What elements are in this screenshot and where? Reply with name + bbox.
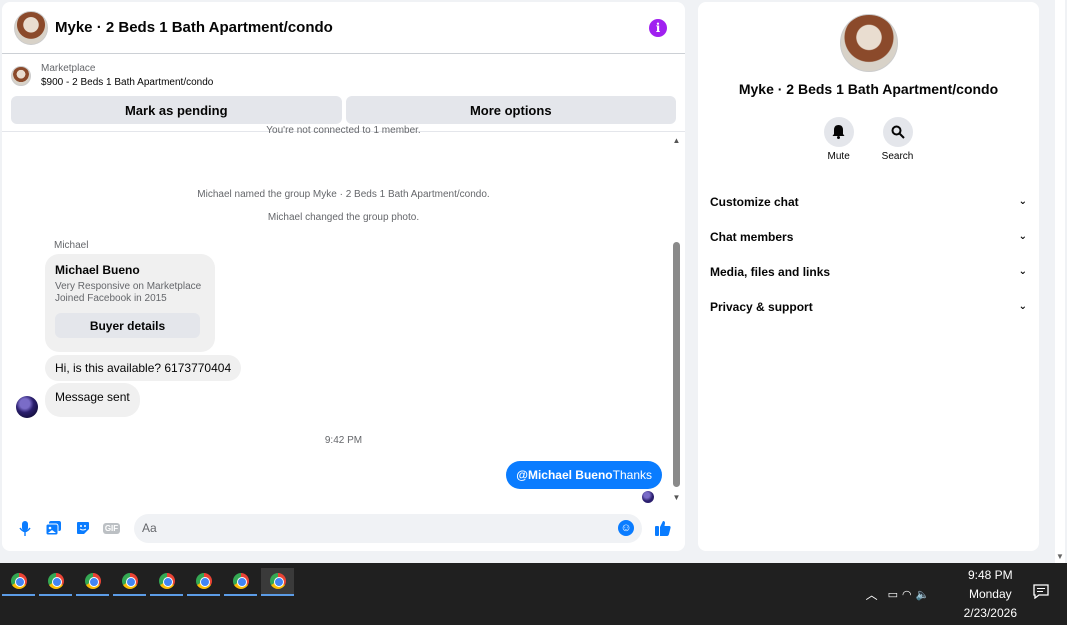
wifi-icon[interactable]: ◠ (902, 588, 912, 601)
listing-source: Marketplace (41, 63, 96, 74)
battery-icon[interactable]: ▭ (888, 588, 898, 601)
buyer-card: Michael Bueno Very Responsive on Marketp… (45, 254, 215, 352)
more-options-button[interactable]: More options (345, 96, 676, 124)
taskbar-chrome-button[interactable] (2, 568, 35, 596)
buyer-joined: Joined Facebook in 2015 (55, 293, 167, 304)
chrome-icon (84, 573, 101, 589)
bell-icon (823, 117, 854, 147)
system-message: Michael named the group Myke · 2 Beds 1 … (197, 189, 490, 200)
taskbar-chrome-button[interactable] (187, 568, 220, 596)
clock[interactable]: 9:48 PM Monday 2/23/2026 (964, 566, 1017, 623)
taskbar-chrome-button[interactable] (113, 568, 146, 596)
scrollbar-thumb[interactable] (673, 242, 680, 487)
sticker-icon[interactable] (68, 514, 97, 543)
chevron-down-icon: ⌄ (1018, 231, 1027, 242)
taskbar-chrome-button[interactable] (150, 568, 183, 596)
section-label: Media, files and links (710, 264, 831, 279)
section-customize-chat[interactable]: Customize chat ⌄ (698, 184, 1039, 219)
incoming-message[interactable]: Message sent (45, 383, 140, 417)
section-privacy-support[interactable]: Privacy & support ⌄ (698, 289, 1039, 324)
gif-icon[interactable]: GIF (97, 514, 126, 543)
chrome-icon (232, 573, 249, 589)
show-hidden-icons-chevron-icon[interactable]: ︿ (866, 586, 878, 603)
page-scrollbar[interactable]: ▼ (1055, 0, 1065, 563)
message-list[interactable]: You're not connected to 1 member. Michae… (2, 125, 685, 508)
section-label: Chat members (710, 229, 794, 244)
chat-header: Myke · 2 Beds 1 Bath Apartment/condo i (2, 2, 685, 54)
taskbar-chrome-button[interactable] (39, 568, 72, 596)
message-timestamp: 9:42 PM (324, 435, 363, 446)
mention[interactable]: @Michael Bueno (516, 468, 612, 482)
taskbar-apps (0, 568, 298, 596)
chat-panel: Myke · 2 Beds 1 Bath Apartment/condo i M… (2, 2, 685, 551)
sender-name: Michael (54, 240, 89, 251)
buyer-responsiveness: Very Responsive on Marketplace (55, 281, 202, 292)
chrome-icon (121, 573, 138, 589)
chat-info-panel: Myke · 2 Beds 1 Bath Apartment/condo Mut… (698, 2, 1039, 551)
system-message: Michael changed the group photo. (267, 212, 420, 223)
chrome-icon (10, 573, 27, 589)
taskbar-chrome-button[interactable] (76, 568, 109, 596)
group-avatar-large[interactable] (839, 14, 898, 72)
sender-avatar[interactable] (16, 396, 38, 418)
message-input[interactable]: Aa ☺ (134, 513, 642, 543)
clock-date: 2/23/2026 (963, 605, 1017, 620)
mute-label: Mute (827, 151, 850, 162)
mark-as-pending-button[interactable]: Mark as pending (11, 96, 342, 124)
message-placeholder: Aa (142, 521, 157, 535)
section-label: Customize chat (710, 194, 799, 209)
listing-banner[interactable]: Marketplace $900 - 2 Beds 1 Bath Apartme… (2, 54, 685, 94)
chrome-icon (269, 573, 286, 589)
outgoing-text: Thanks (612, 468, 652, 482)
section-media-files-links[interactable]: Media, files and links ⌄ (698, 254, 1039, 289)
chevron-down-icon: ⌄ (1018, 266, 1027, 277)
outgoing-message[interactable]: @Michael BuenoThanks (506, 461, 662, 489)
seen-avatar (642, 491, 654, 503)
scroll-down-arrow-icon[interactable]: ▼ (1056, 552, 1064, 561)
like-icon[interactable] (648, 514, 677, 543)
notification-icon[interactable] (1033, 584, 1049, 604)
composer: GIF Aa ☺ (2, 505, 685, 551)
buyer-name: Michael Bueno (55, 263, 140, 277)
system-tray: ︿ ▭ ◠ 🔈 9:48 PM Monday 2/23/2026 (866, 563, 1067, 625)
emoji-icon[interactable]: ☺ (618, 520, 634, 536)
scroll-up-arrow-icon[interactable]: ▲ (672, 136, 681, 145)
taskbar-chrome-button[interactable] (224, 568, 257, 596)
scroll-down-arrow-icon[interactable]: ▼ (672, 493, 681, 502)
buyer-details-button[interactable]: Buyer details (55, 313, 200, 338)
gif-label: GIF (102, 522, 121, 534)
chrome-icon (47, 573, 64, 589)
chevron-down-icon: ⌄ (1018, 301, 1027, 312)
search-button[interactable]: Search (881, 117, 914, 162)
listing-title: $900 - 2 Beds 1 Bath Apartment/condo (41, 77, 214, 88)
chat-title[interactable]: Myke · 2 Beds 1 Bath Apartment/condo (55, 19, 649, 36)
system-message-cut: You're not connected to 1 member. (266, 125, 421, 136)
search-label: Search (881, 151, 914, 162)
search-icon (882, 117, 913, 147)
chrome-icon (158, 573, 175, 589)
taskbar: ︿ ▭ ◠ 🔈 9:48 PM Monday 2/23/2026 (0, 563, 1067, 625)
photo-icon[interactable] (39, 514, 68, 543)
listing-thumbnail (11, 66, 31, 86)
chevron-down-icon: ⌄ (1018, 196, 1027, 207)
clock-day: Monday (968, 586, 1012, 601)
volume-icon[interactable]: 🔈 (916, 588, 930, 601)
microphone-icon[interactable] (10, 514, 39, 543)
info-icon[interactable]: i (649, 18, 667, 37)
mute-button[interactable]: Mute (823, 117, 854, 162)
section-chat-members[interactable]: Chat members ⌄ (698, 219, 1039, 254)
section-label: Privacy & support (710, 299, 813, 314)
taskbar-chrome-button[interactable] (261, 568, 294, 596)
group-name: Myke · 2 Beds 1 Bath Apartment/condo (738, 81, 999, 97)
chrome-icon (195, 573, 212, 589)
message-scrollbar[interactable]: ▲ ▼ (672, 132, 681, 508)
incoming-message[interactable]: Hi, is this available? 6173770404 (45, 355, 242, 381)
clock-time: 9:48 PM (967, 567, 1013, 582)
group-avatar[interactable] (14, 10, 48, 45)
